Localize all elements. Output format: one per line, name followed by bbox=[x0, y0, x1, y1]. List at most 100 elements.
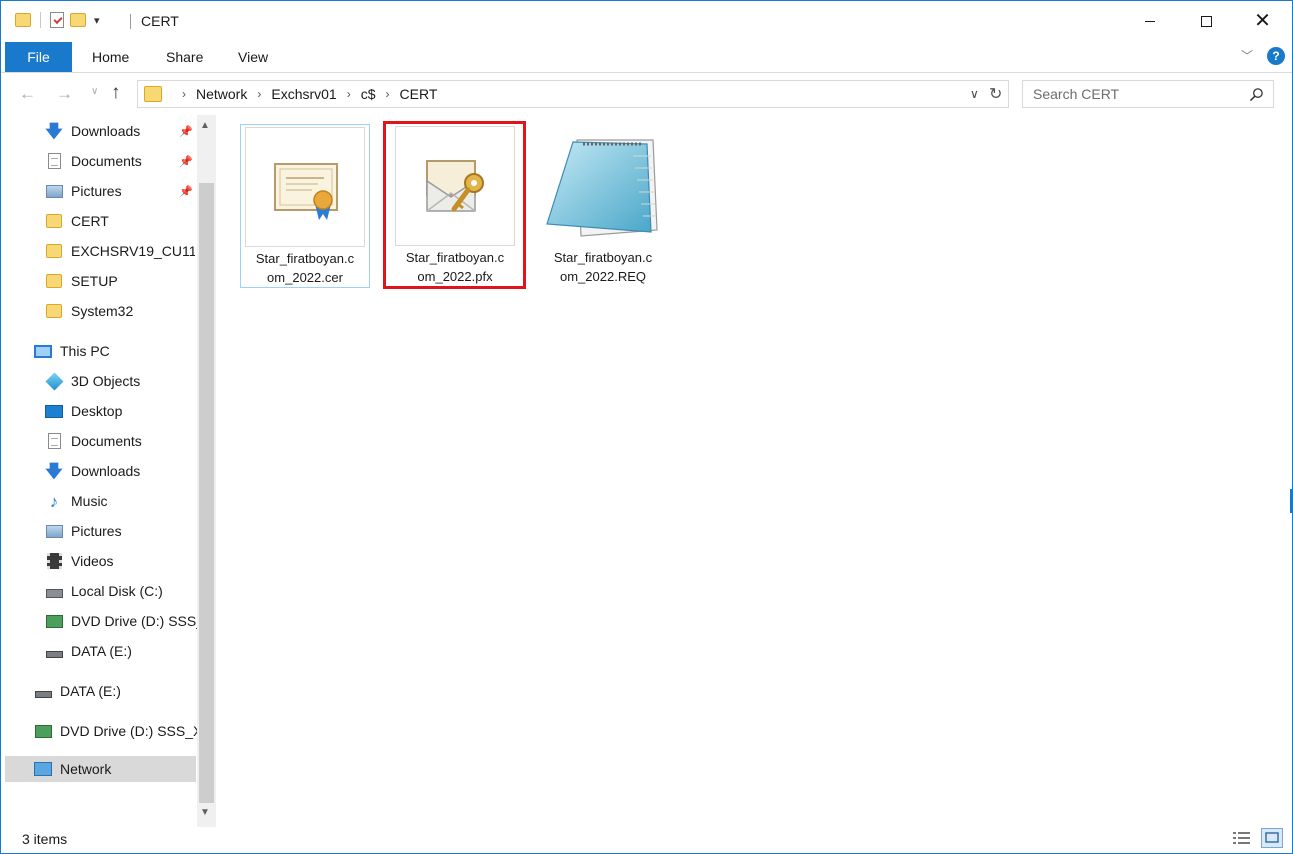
chevron-right-icon[interactable]: › bbox=[347, 87, 351, 101]
explorer-window: ▾ CERT ✕ File Home Share View ﹀ ? ← → ∨ … bbox=[0, 0, 1293, 854]
nav-item-downloads-pinned[interactable]: 🡇 Downloads bbox=[45, 118, 140, 144]
status-bar: 3 items bbox=[1, 827, 1292, 853]
nav-item-documents-pinned[interactable]: Documents bbox=[45, 148, 142, 174]
downloads-icon: 🡇 bbox=[45, 121, 63, 141]
title-divider bbox=[130, 14, 131, 29]
scroll-down-icon[interactable]: ▼ bbox=[200, 807, 210, 818]
breadcrumb: › Network › Exchsrv01 › c$ › CERT bbox=[172, 86, 437, 102]
local-disk-icon bbox=[45, 588, 63, 598]
chevron-down-icon[interactable]: ∨ bbox=[970, 87, 979, 101]
up-arrow-icon[interactable]: ↑ bbox=[111, 82, 121, 104]
desktop-icon bbox=[45, 404, 63, 418]
expand-ribbon-icon[interactable]: ﹀ bbox=[1241, 47, 1253, 64]
downloads-icon: 🡇 bbox=[45, 461, 63, 481]
address-bar[interactable]: › Network › Exchsrv01 › c$ › CERT ∨ ↻ bbox=[137, 80, 1009, 108]
recent-locations-icon[interactable]: ∨ bbox=[91, 86, 98, 97]
breadcrumb-exchsrv01[interactable]: Exchsrv01 bbox=[271, 86, 336, 102]
tab-share[interactable]: Share bbox=[166, 49, 203, 65]
quick-access-toolbar: ▾ bbox=[15, 12, 100, 28]
large-icons-glyph bbox=[1265, 832, 1279, 843]
certificate-icon bbox=[274, 163, 338, 220]
this-pc-icon bbox=[34, 344, 52, 358]
file-name-line: Star_firatboyan.c bbox=[255, 251, 355, 266]
file-name-line: om_2022.REQ bbox=[560, 269, 646, 284]
nav-item-pictures[interactable]: Pictures bbox=[45, 518, 122, 544]
title-bar: ▾ CERT ✕ bbox=[1, 1, 1292, 41]
window-title: CERT bbox=[141, 13, 179, 29]
videos-icon bbox=[46, 553, 62, 569]
tab-file[interactable]: File bbox=[5, 42, 72, 72]
customize-toolbar-icon[interactable]: ▾ bbox=[94, 14, 100, 27]
toolbar-divider bbox=[40, 12, 41, 28]
folder-icon bbox=[15, 13, 31, 27]
tab-home[interactable]: Home bbox=[92, 49, 129, 65]
search-icon[interactable] bbox=[1249, 87, 1264, 102]
new-folder-icon[interactable] bbox=[70, 13, 86, 27]
chevron-right-icon[interactable]: › bbox=[182, 87, 186, 101]
chevron-right-icon[interactable]: › bbox=[257, 87, 261, 101]
breadcrumb-c-share[interactable]: c$ bbox=[361, 86, 376, 102]
close-icon: ✕ bbox=[1254, 10, 1271, 32]
pin-icon: 📌 bbox=[179, 186, 193, 198]
search-input[interactable]: Search CERT bbox=[1022, 80, 1274, 108]
refresh-icon[interactable]: ↻ bbox=[989, 84, 1002, 104]
nav-item-pictures-pinned[interactable]: Pictures bbox=[45, 178, 122, 204]
help-icon[interactable]: ? bbox=[1267, 47, 1285, 65]
nav-item-system32[interactable]: System32 bbox=[45, 298, 133, 324]
maximize-icon bbox=[1201, 15, 1212, 27]
nav-item-dvd-drive[interactable]: DVD Drive (D:) SSS_ bbox=[45, 608, 197, 634]
nav-item-setup[interactable]: SETUP bbox=[45, 268, 118, 294]
folder-icon bbox=[46, 274, 62, 288]
nav-item-data-e[interactable]: DATA (E:) bbox=[45, 638, 132, 664]
minimize-button[interactable] bbox=[1121, 1, 1178, 41]
folder-icon bbox=[144, 86, 162, 102]
navigation-row: ← → ∨ ↑ › Network › Exchsrv01 › c$ › CER… bbox=[1, 73, 1292, 115]
nav-item-documents[interactable]: Documents bbox=[45, 428, 142, 454]
nav-item-local-disk-c[interactable]: Local Disk (C:) bbox=[45, 578, 163, 604]
dvd-drive-icon bbox=[34, 724, 52, 738]
nav-item-videos[interactable]: Videos bbox=[45, 548, 114, 574]
pin-icon: 📌 bbox=[179, 126, 193, 138]
file-item-cer[interactable]: Star_firatboyan.c om_2022.cer bbox=[240, 124, 370, 288]
nav-item-exchsrv19[interactable]: EXCHSRV19_CU11 bbox=[45, 238, 195, 264]
nav-item-data-e-root[interactable]: DATA (E:) bbox=[34, 678, 121, 704]
tab-view[interactable]: View bbox=[238, 49, 268, 65]
folder-icon bbox=[46, 304, 62, 318]
nav-item-network[interactable]: Network bbox=[5, 756, 196, 782]
navigation-pane: 🡇 Downloads 📌 Documents 📌 Pictures 📌 CER… bbox=[1, 115, 217, 827]
nav-item-downloads[interactable]: 🡇 Downloads bbox=[45, 458, 140, 484]
nav-item-this-pc[interactable]: This PC bbox=[34, 338, 110, 364]
breadcrumb-network[interactable]: Network bbox=[196, 86, 247, 102]
nav-item-dvd-drive-root[interactable]: DVD Drive (D:) SSS_X bbox=[34, 718, 197, 744]
file-name-line: Star_firatboyan.c bbox=[553, 250, 653, 265]
properties-icon[interactable] bbox=[50, 12, 64, 28]
pictures-icon bbox=[45, 184, 63, 198]
scroll-up-icon[interactable]: ▲ bbox=[200, 120, 210, 131]
close-button[interactable]: ✕ bbox=[1234, 1, 1291, 41]
notepad-icon bbox=[546, 139, 658, 237]
nav-item-3d-objects[interactable]: 3D Objects bbox=[45, 368, 140, 394]
minimize-icon bbox=[1144, 20, 1155, 22]
3d-objects-icon bbox=[45, 371, 64, 391]
forward-arrow-icon[interactable]: → bbox=[56, 84, 73, 104]
search-placeholder: Search CERT bbox=[1033, 86, 1120, 102]
nav-item-cert[interactable]: CERT bbox=[45, 208, 109, 234]
maximize-button[interactable] bbox=[1178, 1, 1235, 41]
back-arrow-icon[interactable]: ← bbox=[19, 84, 36, 104]
pictures-icon bbox=[45, 524, 63, 538]
folder-icon bbox=[46, 244, 62, 258]
nav-scrollbar-thumb[interactable] bbox=[199, 183, 214, 803]
documents-icon bbox=[47, 153, 61, 169]
nav-item-music[interactable]: ♪ Music bbox=[45, 488, 108, 514]
details-view-icon[interactable] bbox=[1233, 830, 1251, 846]
breadcrumb-cert[interactable]: CERT bbox=[400, 86, 438, 102]
dvd-drive-icon bbox=[45, 614, 63, 628]
chevron-right-icon[interactable]: › bbox=[386, 87, 390, 101]
ribbon-tabs: File Home Share View ﹀ ? bbox=[1, 41, 1292, 73]
large-icons-view-icon[interactable] bbox=[1261, 828, 1283, 848]
item-count: 3 items bbox=[22, 831, 68, 847]
network-icon bbox=[34, 762, 52, 776]
file-name-line: om_2022.cer bbox=[267, 270, 343, 285]
file-item-req[interactable]: Star_firatboyan.c om_2022.REQ bbox=[539, 124, 669, 288]
nav-item-desktop[interactable]: Desktop bbox=[45, 398, 122, 424]
